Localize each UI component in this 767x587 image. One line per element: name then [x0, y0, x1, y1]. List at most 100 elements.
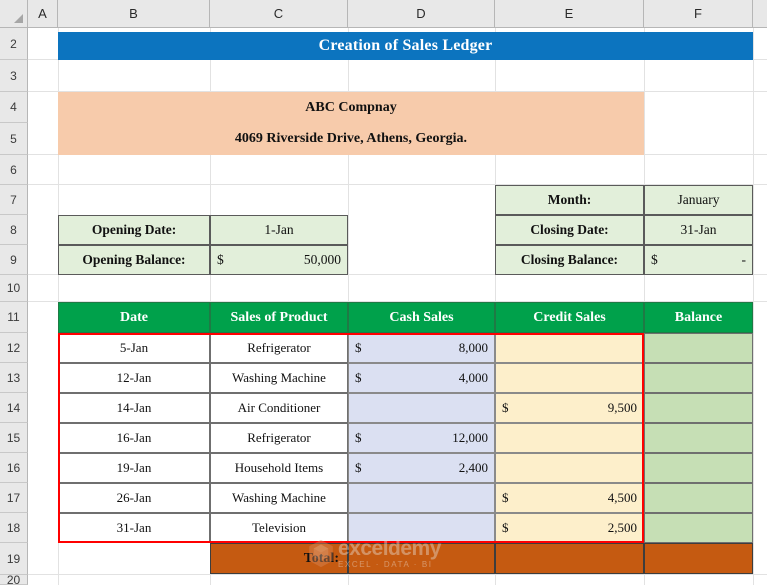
row-header-14[interactable]: 14: [0, 393, 28, 423]
row-header-15[interactable]: 15: [0, 423, 28, 453]
ledger-header-date: Date: [58, 302, 210, 333]
ledger-cell-date[interactable]: 14-Jan: [58, 393, 210, 423]
ledger-cell-cash-sales[interactable]: [348, 393, 495, 423]
ledger-cell-balance[interactable]: [644, 423, 753, 453]
row-header-18[interactable]: 18: [0, 513, 28, 543]
opening-balance-label: Opening Balance:: [58, 245, 210, 275]
gridline-col-f: [753, 28, 754, 585]
ledger-cell-product[interactable]: Refrigerator: [210, 423, 348, 453]
row-header-9[interactable]: 9: [0, 245, 28, 275]
ledger-cell-credit-sales[interactable]: [495, 363, 644, 393]
credit-amount: 4,500: [607, 490, 637, 505]
month-label: Month:: [495, 185, 644, 215]
ledger-cell-cash-sales[interactable]: [348, 513, 495, 543]
spreadsheet-canvas: A B C D E F 2 3 4 5 6 7 8 9 10 11 12 13 …: [0, 0, 767, 587]
select-all-corner[interactable]: [0, 0, 28, 28]
ledger-cell-date[interactable]: 31-Jan: [58, 513, 210, 543]
column-header-g-partial[interactable]: [753, 0, 767, 28]
credit-currency: $: [502, 400, 509, 415]
row-header-2[interactable]: 2: [0, 28, 28, 60]
ledger-cell-balance[interactable]: [644, 453, 753, 483]
opening-date-label: Opening Date:: [58, 215, 210, 245]
row-header-7[interactable]: 7: [0, 185, 28, 215]
cash-currency: $: [355, 370, 362, 385]
ledger-cell-cash-sales[interactable]: $12,000: [348, 423, 495, 453]
ledger-cell-product[interactable]: Television: [210, 513, 348, 543]
cash-currency: $: [355, 430, 362, 445]
ledger-header-credit-sales: Credit Sales: [495, 302, 644, 333]
row-header-10[interactable]: 10: [0, 275, 28, 302]
ledger-cell-product[interactable]: Washing Machine: [210, 363, 348, 393]
ledger-cell-cash-sales[interactable]: $8,000: [348, 333, 495, 363]
credit-amount: 2,500: [607, 520, 637, 535]
ledger-cell-credit-sales[interactable]: $4,500: [495, 483, 644, 513]
ledger-cell-cash-sales[interactable]: [348, 483, 495, 513]
ledger-cell-credit-sales[interactable]: [495, 453, 644, 483]
opening-balance-amount: 50,000: [303, 252, 341, 267]
column-header-d[interactable]: D: [348, 0, 495, 28]
credit-currency: $: [502, 490, 509, 505]
ledger-cell-date[interactable]: 12-Jan: [58, 363, 210, 393]
ledger-cell-credit-sales[interactable]: $9,500: [495, 393, 644, 423]
row-header-11[interactable]: 11: [0, 302, 28, 333]
month-value[interactable]: January: [644, 185, 753, 215]
closing-balance-currency: $: [651, 252, 658, 267]
ledger-cell-cash-sales[interactable]: $2,400: [348, 453, 495, 483]
closing-balance-value[interactable]: $ -: [644, 245, 753, 275]
closing-date-label: Closing Date:: [495, 215, 644, 245]
opening-balance-currency: $: [217, 252, 224, 267]
ledger-cell-credit-sales[interactable]: [495, 423, 644, 453]
row-header-8[interactable]: 8: [0, 215, 28, 245]
column-header-f[interactable]: F: [644, 0, 753, 28]
ledger-cell-credit-sales[interactable]: $2,500: [495, 513, 644, 543]
row-header-20[interactable]: 20: [0, 573, 28, 587]
company-address: 4069 Riverside Drive, Athens, Georgia.: [58, 123, 644, 155]
ledger-cell-product[interactable]: Refrigerator: [210, 333, 348, 363]
total-balance[interactable]: [644, 543, 753, 574]
ledger-cell-product[interactable]: Washing Machine: [210, 483, 348, 513]
cash-amount: 4,000: [458, 370, 488, 385]
total-cash-sales[interactable]: [348, 543, 495, 574]
ledger-cell-balance[interactable]: [644, 363, 753, 393]
page-title: Creation of Sales Ledger: [58, 32, 753, 60]
column-header-e[interactable]: E: [495, 0, 644, 28]
ledger-cell-date[interactable]: 19-Jan: [58, 453, 210, 483]
row-header-4[interactable]: 4: [0, 92, 28, 123]
opening-date-value[interactable]: 1-Jan: [210, 215, 348, 245]
closing-date-value[interactable]: 31-Jan: [644, 215, 753, 245]
ledger-cell-product[interactable]: Air Conditioner: [210, 393, 348, 423]
ledger-cell-date[interactable]: 26-Jan: [58, 483, 210, 513]
ledger-cell-balance[interactable]: [644, 483, 753, 513]
opening-balance-value[interactable]: $ 50,000: [210, 245, 348, 275]
row-header-13[interactable]: 13: [0, 363, 28, 393]
cash-currency: $: [355, 460, 362, 475]
cash-amount: 2,400: [458, 460, 488, 475]
ledger-cell-date[interactable]: 5-Jan: [58, 333, 210, 363]
row-header-17[interactable]: 17: [0, 483, 28, 513]
column-header-c[interactable]: C: [210, 0, 348, 28]
ledger-cell-cash-sales[interactable]: $4,000: [348, 363, 495, 393]
column-header-b[interactable]: B: [58, 0, 210, 28]
ledger-header-product: Sales of Product: [210, 302, 348, 333]
ledger-cell-credit-sales[interactable]: [495, 333, 644, 363]
row-header-12[interactable]: 12: [0, 333, 28, 363]
closing-balance-label: Closing Balance:: [495, 245, 644, 275]
row-header-5[interactable]: 5: [0, 123, 28, 155]
ledger-cell-balance[interactable]: [644, 333, 753, 363]
cash-currency: $: [355, 340, 362, 355]
ledger-cell-balance[interactable]: [644, 513, 753, 543]
row-header-16[interactable]: 16: [0, 453, 28, 483]
row-header-3[interactable]: 3: [0, 60, 28, 92]
closing-balance-amount: -: [741, 252, 747, 267]
select-all-triangle-icon: [14, 14, 23, 23]
credit-currency: $: [502, 520, 509, 535]
ledger-cell-balance[interactable]: [644, 393, 753, 423]
row-header-6[interactable]: 6: [0, 155, 28, 185]
total-credit-sales[interactable]: [495, 543, 644, 574]
column-header-a[interactable]: A: [28, 0, 58, 28]
ledger-cell-date[interactable]: 16-Jan: [58, 423, 210, 453]
ledger-cell-product[interactable]: Household Items: [210, 453, 348, 483]
credit-amount: 9,500: [607, 400, 637, 415]
ledger-header-balance: Balance: [644, 302, 753, 333]
row-header-19[interactable]: 19: [0, 543, 28, 575]
